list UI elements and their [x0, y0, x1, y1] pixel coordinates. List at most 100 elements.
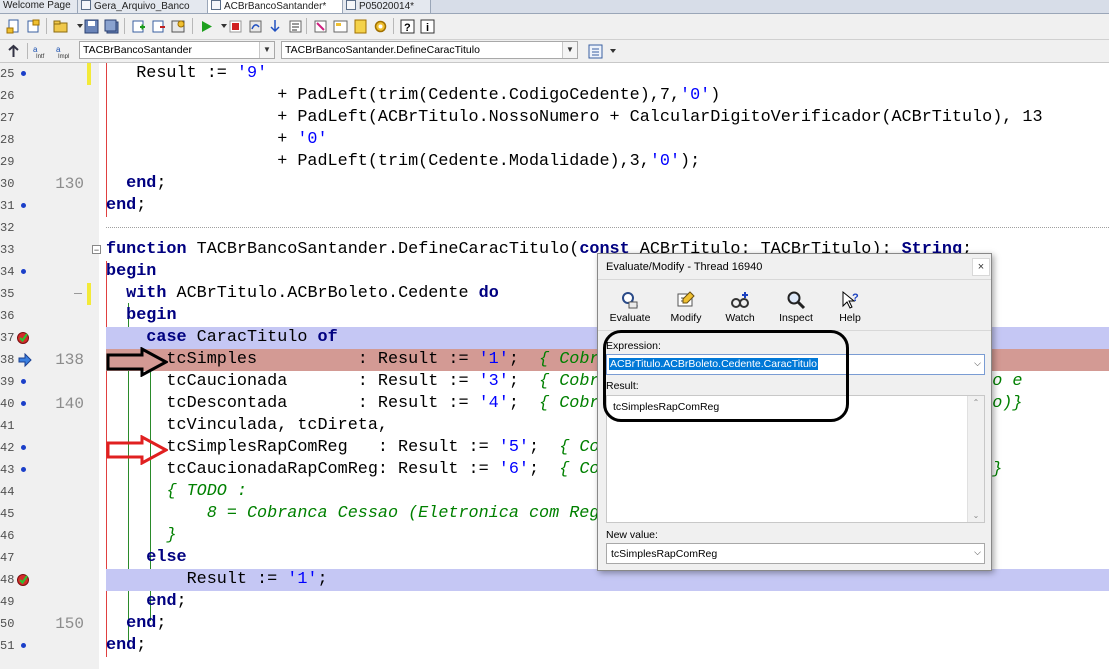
code-line[interactable]: 25 Result := '9': [0, 63, 1109, 85]
remove-file-icon[interactable]: [149, 17, 167, 35]
svg-text:a: a: [56, 45, 61, 54]
implementation-icon[interactable]: a Impl: [55, 42, 73, 60]
tab-p05020014[interactable]: P05020014*: [343, 0, 431, 13]
line-number: 49: [0, 595, 15, 609]
info-icon[interactable]: i: [418, 17, 436, 35]
class-selector[interactable]: TACBrBancoSantander ▼: [79, 41, 275, 59]
code-text[interactable]: end;: [106, 613, 166, 635]
line-number: 31: [0, 199, 15, 213]
tab-gera-arquivo-banco[interactable]: Gera_Arquivo_Banco: [78, 0, 208, 13]
code-text[interactable]: + PadLeft(trim(Cedente.CodigoCedente),7,…: [106, 85, 720, 107]
main-toolbar: ? i: [0, 14, 1109, 40]
structure-icon[interactable]: [586, 42, 604, 60]
executable-line-dot-icon[interactable]: [21, 401, 26, 406]
code-text[interactable]: begin: [106, 261, 156, 283]
circle-annotation: [603, 330, 849, 422]
executable-line-dot-icon[interactable]: [21, 71, 26, 76]
editor-tab-bar: Welcome Page Gera_Arquivo_Banco ACBrBanc…: [0, 0, 1109, 14]
line-number: 36: [0, 309, 15, 323]
step-over-icon[interactable]: [246, 17, 264, 35]
code-text[interactable]: end;: [106, 195, 146, 217]
code-text[interactable]: Result := '9': [106, 63, 267, 85]
code-line[interactable]: 49 end;: [0, 591, 1109, 613]
method-selector[interactable]: TACBrBancoSantander.DefineCaracTitulo ▼: [281, 41, 578, 59]
code-text[interactable]: end;: [106, 591, 186, 613]
code-line[interactable]: 26 + PadLeft(trim(Cedente.CodigoCedente)…: [0, 85, 1109, 107]
code-text[interactable]: with ACBrTitulo.ACBrBoleto.Cedente do: [106, 283, 499, 305]
trace-into-icon[interactable]: [266, 17, 284, 35]
code-line[interactable]: 48 Result := '1';: [0, 569, 1109, 591]
code-text[interactable]: Result := '1';: [106, 569, 328, 591]
evaluate-button[interactable]: Evaluate: [606, 290, 654, 326]
result-scrollbar[interactable]: ⌃ ⌄: [967, 396, 984, 522]
code-line[interactable]: 31 end;: [0, 195, 1109, 217]
code-line[interactable]: 29 + PadLeft(trim(Cedente.Modalidade),3,…: [0, 151, 1109, 173]
new-icon[interactable]: [4, 17, 22, 35]
chevron-down-icon[interactable]: ⌵: [974, 358, 981, 369]
new-value-input[interactable]: tcSimplesRapComReg ⌵: [606, 543, 985, 564]
executable-line-dot-icon[interactable]: [21, 467, 26, 472]
save-all-icon[interactable]: [102, 17, 120, 35]
watch-button[interactable]: Watch: [716, 290, 764, 326]
code-text[interactable]: + PadLeft(trim(Cedente.Modalidade),3,'0'…: [106, 151, 700, 173]
structure-dropdown-icon[interactable]: [604, 42, 622, 60]
evaluate-icon[interactable]: [311, 17, 329, 35]
code-line[interactable]: 27 + PadLeft(ACBrTitulo.NossoNumero + Ca…: [0, 107, 1109, 129]
run-icon[interactable]: [197, 17, 215, 35]
executable-line-dot-icon[interactable]: [21, 379, 26, 384]
help-icon[interactable]: ?: [398, 17, 416, 35]
executable-line-dot-icon[interactable]: [21, 643, 26, 648]
tab-label: ACBrBancoSantander*: [224, 1, 327, 12]
code-text[interactable]: }: [106, 525, 176, 547]
settings-icon[interactable]: [371, 17, 389, 35]
code-line[interactable]: 28 + '0': [0, 129, 1109, 151]
line-number: 27: [0, 111, 15, 125]
watch-icon[interactable]: [331, 17, 349, 35]
code-line[interactable]: 30 130 end;: [0, 173, 1109, 195]
modify-button[interactable]: Modify: [662, 290, 710, 326]
options-icon[interactable]: [169, 17, 187, 35]
scroll-down-icon[interactable]: ⌄: [968, 511, 984, 520]
help-button[interactable]: ? Help: [826, 290, 874, 326]
tab-welcome-page[interactable]: Welcome Page: [0, 0, 78, 13]
tab-acbrbancosantander[interactable]: ACBrBancoSantander*: [208, 0, 343, 13]
code-text[interactable]: case CaracTitulo of: [106, 327, 337, 349]
line-number: 26: [0, 89, 15, 103]
code-text[interactable]: 8 = Cobranca Cessao (Eletronica com Regi…: [106, 503, 660, 525]
method-selector-value: TACBrBancoSantander.DefineCaracTitulo: [285, 44, 480, 56]
breakpoints-icon[interactable]: [351, 17, 369, 35]
chevron-down-icon: ▼: [562, 42, 577, 58]
scroll-up-icon[interactable]: ⌃: [968, 398, 984, 407]
code-text[interactable]: + PadLeft(ACBrTitulo.NossoNumero + Calcu…: [106, 107, 1042, 129]
line-number: 45: [0, 507, 15, 521]
open-icon[interactable]: [24, 17, 42, 35]
line-number: 32: [0, 221, 15, 235]
code-text[interactable]: + '0': [106, 129, 327, 151]
up-arrow-icon[interactable]: [4, 42, 22, 60]
stop-icon[interactable]: [226, 17, 244, 35]
code-text[interactable]: end;: [106, 635, 146, 657]
executable-line-dot-icon[interactable]: [21, 445, 26, 450]
code-text[interactable]: else: [106, 547, 186, 569]
modify-label: Modify: [670, 312, 702, 324]
run-to-cursor-icon[interactable]: [286, 17, 304, 35]
code-line[interactable]: 51 end;: [0, 635, 1109, 657]
add-file-icon[interactable]: [129, 17, 147, 35]
inspect-button[interactable]: Inspect: [772, 290, 820, 326]
close-button[interactable]: ×: [972, 258, 990, 276]
code-line[interactable]: 50 150 end;: [0, 613, 1109, 635]
breakpoint-icon[interactable]: [16, 330, 32, 346]
open-project-icon[interactable]: [51, 17, 69, 35]
executable-line-dot-icon[interactable]: [21, 269, 26, 274]
save-icon[interactable]: [82, 17, 100, 35]
code-text[interactable]: end;: [106, 173, 166, 195]
code-text[interactable]: { TODO :: [106, 481, 247, 503]
code-text[interactable]: begin: [106, 305, 176, 327]
code-line[interactable]: 32: [0, 217, 1109, 239]
breakpoint-icon[interactable]: [16, 572, 32, 588]
interface-icon[interactable]: a Intf: [32, 42, 50, 60]
code-text[interactable]: tcVinculada, tcDireta,: [106, 415, 388, 437]
chevron-down-icon[interactable]: ⌵: [974, 547, 981, 558]
svg-text:Impl: Impl: [58, 54, 69, 59]
executable-line-dot-icon[interactable]: [21, 203, 26, 208]
